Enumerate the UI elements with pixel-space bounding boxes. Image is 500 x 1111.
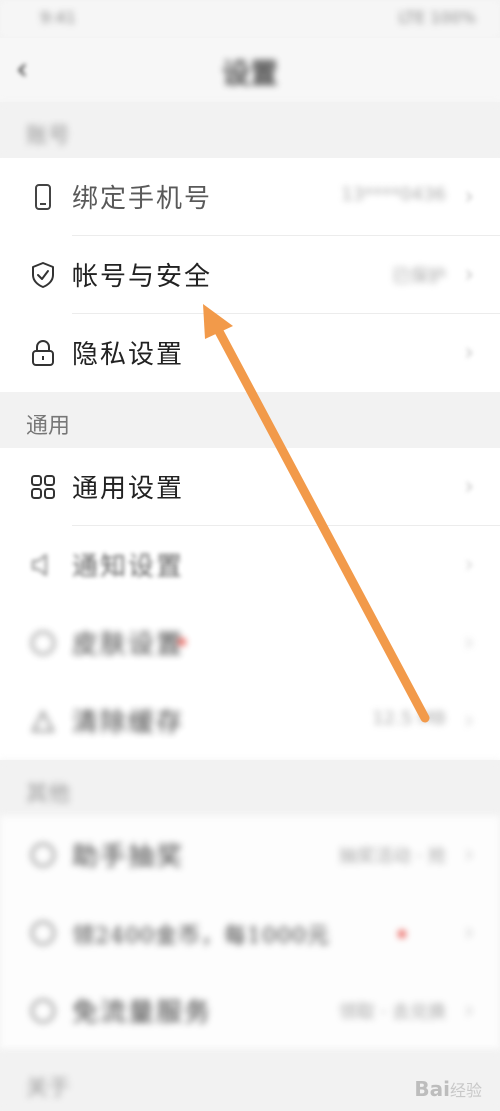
- row-label-theme-settings: 皮肤设置: [72, 630, 185, 660]
- row-label-notification-settings: 通知设置: [72, 552, 185, 582]
- status-indicators: LTE 100%: [398, 8, 476, 27]
- row-account-security[interactable]: 帐号与安全 已保护 ›: [0, 236, 500, 314]
- grid-icon: [31, 475, 55, 499]
- section-label-account: 账号: [26, 124, 71, 149]
- row-notification-settings[interactable]: 通知设置 ›: [0, 526, 500, 604]
- baidu-watermark: Bai经验: [414, 1077, 482, 1101]
- section-label-about: 关于: [26, 1076, 71, 1101]
- row-label-promo: 领2400金币，每1000元: [72, 924, 330, 949]
- row-value-data-free: 领取 · 去兑换: [338, 1002, 446, 1023]
- chevron-right-icon: ›: [464, 996, 474, 1024]
- palette-icon: [31, 631, 55, 655]
- status-time: 9:41: [40, 8, 76, 27]
- chevron-right-icon: ›: [464, 338, 474, 366]
- row-value-account-security: 已保护: [392, 266, 446, 287]
- row-label-privacy: 隐私设置: [72, 340, 185, 370]
- new-badge-dot: [178, 638, 186, 646]
- row-bind-phone[interactable]: 绑定手机号 13****0436 ›: [0, 158, 500, 236]
- misc-card: 助手抽奖 抽奖活动 · 抢 › 领2400金币，每1000元 › 免流量服务 领…: [0, 816, 500, 1050]
- section-label-general: 通用: [26, 414, 71, 439]
- watermark-suffix: 经验: [449, 1081, 482, 1100]
- row-general-settings[interactable]: 通用设置 ›: [0, 448, 500, 526]
- row-value-bind-phone: 13****0436: [341, 184, 446, 205]
- chevron-right-icon: ›: [464, 706, 474, 734]
- nav-bar: ‹ 设置: [0, 38, 500, 102]
- phone-icon: [35, 184, 51, 210]
- account-card: 绑定手机号 13****0436 › 帐号与安全 已保护 › 隐私设置 ›: [0, 158, 500, 392]
- watermark-brand: Bai: [414, 1077, 450, 1101]
- gift-icon: [31, 843, 55, 867]
- row-label-general-settings: 通用设置: [72, 474, 185, 504]
- flow-icon: [31, 999, 55, 1023]
- row-label-account-security: 帐号与安全: [72, 262, 213, 292]
- page-title: 设置: [221, 57, 278, 90]
- row-value-mini-game: 抽奖活动 · 抢: [338, 846, 446, 867]
- chevron-right-icon: ›: [464, 550, 474, 578]
- row-data-free[interactable]: 免流量服务 领取 · 去兑换 ›: [0, 972, 500, 1050]
- shield-icon: [32, 262, 54, 288]
- broom-icon: [31, 709, 55, 732]
- row-value-clear-cache: 12.5 MB: [372, 708, 446, 729]
- row-promo[interactable]: 领2400金币，每1000元 ›: [0, 894, 500, 972]
- general-card: 通用设置 › 通知设置 › 皮肤设置 › 清除缓存 12.5 MB ›: [0, 448, 500, 760]
- chevron-right-icon: ›: [464, 472, 474, 500]
- row-label-mini-game: 助手抽奖: [72, 842, 185, 872]
- chevron-right-icon: ›: [464, 628, 474, 656]
- section-label-misc: 其他: [26, 782, 71, 807]
- section-header-general: 通用: [0, 392, 500, 448]
- section-header-misc: 其他: [0, 760, 500, 816]
- row-theme-settings[interactable]: 皮肤设置 ›: [0, 604, 500, 682]
- row-mini-game[interactable]: 助手抽奖 抽奖活动 · 抢 ›: [0, 816, 500, 894]
- row-label-clear-cache: 清除缓存: [72, 708, 185, 738]
- chevron-right-icon: ›: [464, 840, 474, 868]
- status-bar: 9:41 LTE 100%: [0, 0, 500, 38]
- row-privacy[interactable]: 隐私设置 ›: [0, 314, 500, 392]
- chevron-right-icon: ›: [464, 918, 474, 946]
- row-label-bind-phone: 绑定手机号: [72, 184, 213, 214]
- row-clear-cache[interactable]: 清除缓存 12.5 MB ›: [0, 682, 500, 760]
- row-label-data-free: 免流量服务: [72, 998, 213, 1028]
- speaker-icon: [32, 554, 47, 576]
- new-badge-dot: [398, 930, 406, 938]
- lock-icon: [32, 339, 54, 366]
- section-header-account: 账号: [0, 102, 500, 158]
- chevron-right-icon: ›: [464, 182, 474, 210]
- coin-icon: [31, 921, 55, 945]
- chevron-right-icon: ›: [464, 260, 474, 288]
